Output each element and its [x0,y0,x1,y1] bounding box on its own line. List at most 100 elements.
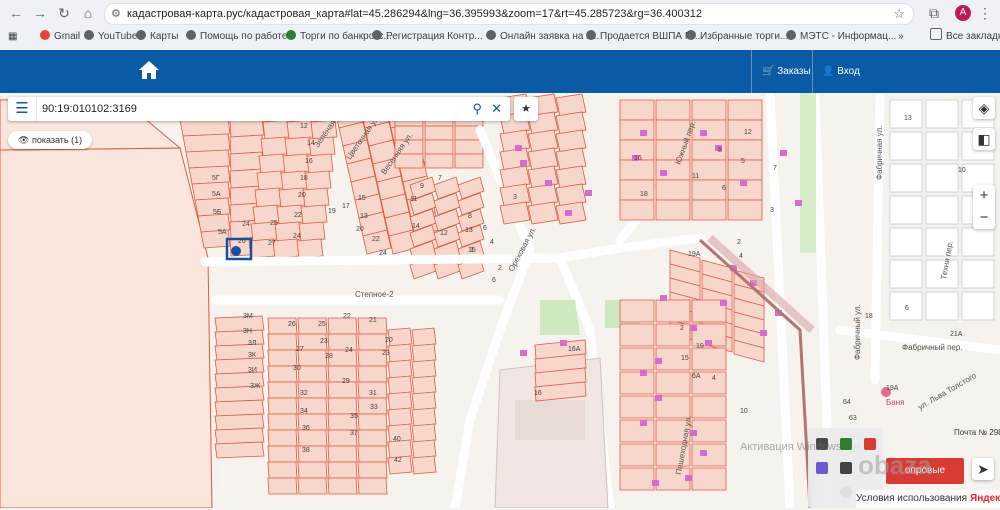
orders-button[interactable]: 🛒 Заказы [762,50,811,93]
zoom-in-button[interactable]: + [973,185,995,207]
parcel[interactable] [411,375,437,395]
fullscreen-button[interactable]: ◧ [973,128,995,150]
parcel[interactable] [619,179,655,201]
parcel[interactable] [889,227,923,257]
parcel[interactable] [357,429,388,447]
parcel[interactable] [357,333,388,351]
parcel[interactable] [619,467,655,491]
parcel[interactable] [499,201,531,225]
parcel[interactable] [267,333,298,351]
parcel[interactable] [296,238,324,259]
terms-link[interactable]: Условия использования [856,493,967,504]
parcel[interactable] [256,170,284,191]
profile-avatar[interactable]: A [955,5,971,21]
parcel[interactable] [258,153,286,174]
bookmark-item[interactable]: Gmail [40,28,80,46]
parcel[interactable] [691,419,727,443]
parcel[interactable] [267,429,298,447]
geolocation-button[interactable]: ➤ [972,458,994,480]
menu-icon[interactable]: ☰ [8,97,37,121]
bookmark-item[interactable]: Помощь по работе... [186,28,296,46]
close-icon[interactable]: ✕ [491,97,502,121]
parcel[interactable] [262,119,290,140]
parcel[interactable] [727,159,763,181]
parcel[interactable] [619,99,655,121]
parcel[interactable] [297,429,328,447]
parcel[interactable] [267,413,298,431]
parcel[interactable] [300,204,328,225]
zoom-out-button[interactable]: − [973,207,995,229]
parcel[interactable] [357,445,388,463]
parcel[interactable] [411,423,437,443]
parcel[interactable] [327,445,358,463]
bookmark-item[interactable]: YouTube [84,28,137,46]
parcel[interactable] [961,259,995,289]
bookmark-item[interactable]: Избранные торги... [686,28,788,46]
parcel[interactable] [655,179,691,201]
parcel[interactable] [229,151,265,172]
parcel[interactable] [925,163,959,193]
parcel[interactable] [357,413,388,431]
parcel[interactable] [327,477,358,495]
home-browser-icon[interactable]: ⌂ [78,3,98,23]
parcel[interactable] [691,179,727,201]
parcel[interactable] [387,407,413,427]
parcel[interactable] [619,443,655,467]
parcel[interactable] [185,149,231,169]
parcel[interactable] [188,165,231,185]
parcel[interactable] [889,195,923,225]
parcel[interactable] [655,323,691,347]
parcel[interactable] [229,134,265,155]
address-url[interactable]: кадастровая-карта.рус/кадастровая_карта#… [127,4,702,24]
parcel[interactable] [424,139,454,155]
parcel[interactable] [214,441,265,459]
all-bookmarks[interactable]: Все закладки [930,28,1000,46]
parcel[interactable] [454,153,484,169]
parcel[interactable] [889,131,923,161]
parcel[interactable] [214,399,265,417]
parcel[interactable] [411,439,437,459]
bookmarks-overflow[interactable]: » [898,28,904,46]
parcel[interactable] [411,327,437,347]
parcel[interactable] [527,201,559,225]
tray-yandex-icon[interactable] [840,486,852,498]
parcel[interactable] [297,461,328,479]
parcel[interactable] [691,443,727,467]
parcel[interactable] [267,397,298,415]
parcel[interactable] [267,477,298,495]
site-settings-icon[interactable]: ⚙ [111,4,121,24]
parcel[interactable] [655,99,691,121]
parcel[interactable] [961,291,995,321]
parcel[interactable] [387,343,413,363]
parcel[interactable] [191,181,231,201]
parcel[interactable] [454,139,484,155]
parcel[interactable] [925,131,959,161]
parcel[interactable] [304,170,332,191]
parcel[interactable] [691,99,727,121]
parcel[interactable] [619,395,655,419]
parcel[interactable] [691,395,727,419]
parcel[interactable] [297,477,328,495]
parcel[interactable] [182,133,231,153]
parcel[interactable] [411,407,437,427]
parcel[interactable] [254,187,282,208]
bookmark-item[interactable]: Карты [136,28,179,46]
parcel[interactable] [298,221,326,242]
parcel[interactable] [655,371,691,395]
parcel[interactable] [327,397,358,415]
parcel[interactable] [214,427,265,445]
parcel[interactable] [619,323,655,347]
search-input[interactable]: 90:19:010102:3169 [42,97,137,121]
parcel[interactable] [387,375,413,395]
parcel[interactable] [889,259,923,289]
parcel[interactable] [411,455,437,475]
parcel[interactable] [260,136,288,157]
show-results-button[interactable]: 👁 показать (1) [8,131,93,149]
parcel[interactable] [267,461,298,479]
parcel[interactable] [214,413,265,431]
back-icon[interactable]: ← [6,3,26,23]
parcel[interactable] [655,467,691,491]
parcel[interactable] [267,381,298,399]
parcel[interactable] [655,299,691,323]
home-icon[interactable] [138,59,160,81]
